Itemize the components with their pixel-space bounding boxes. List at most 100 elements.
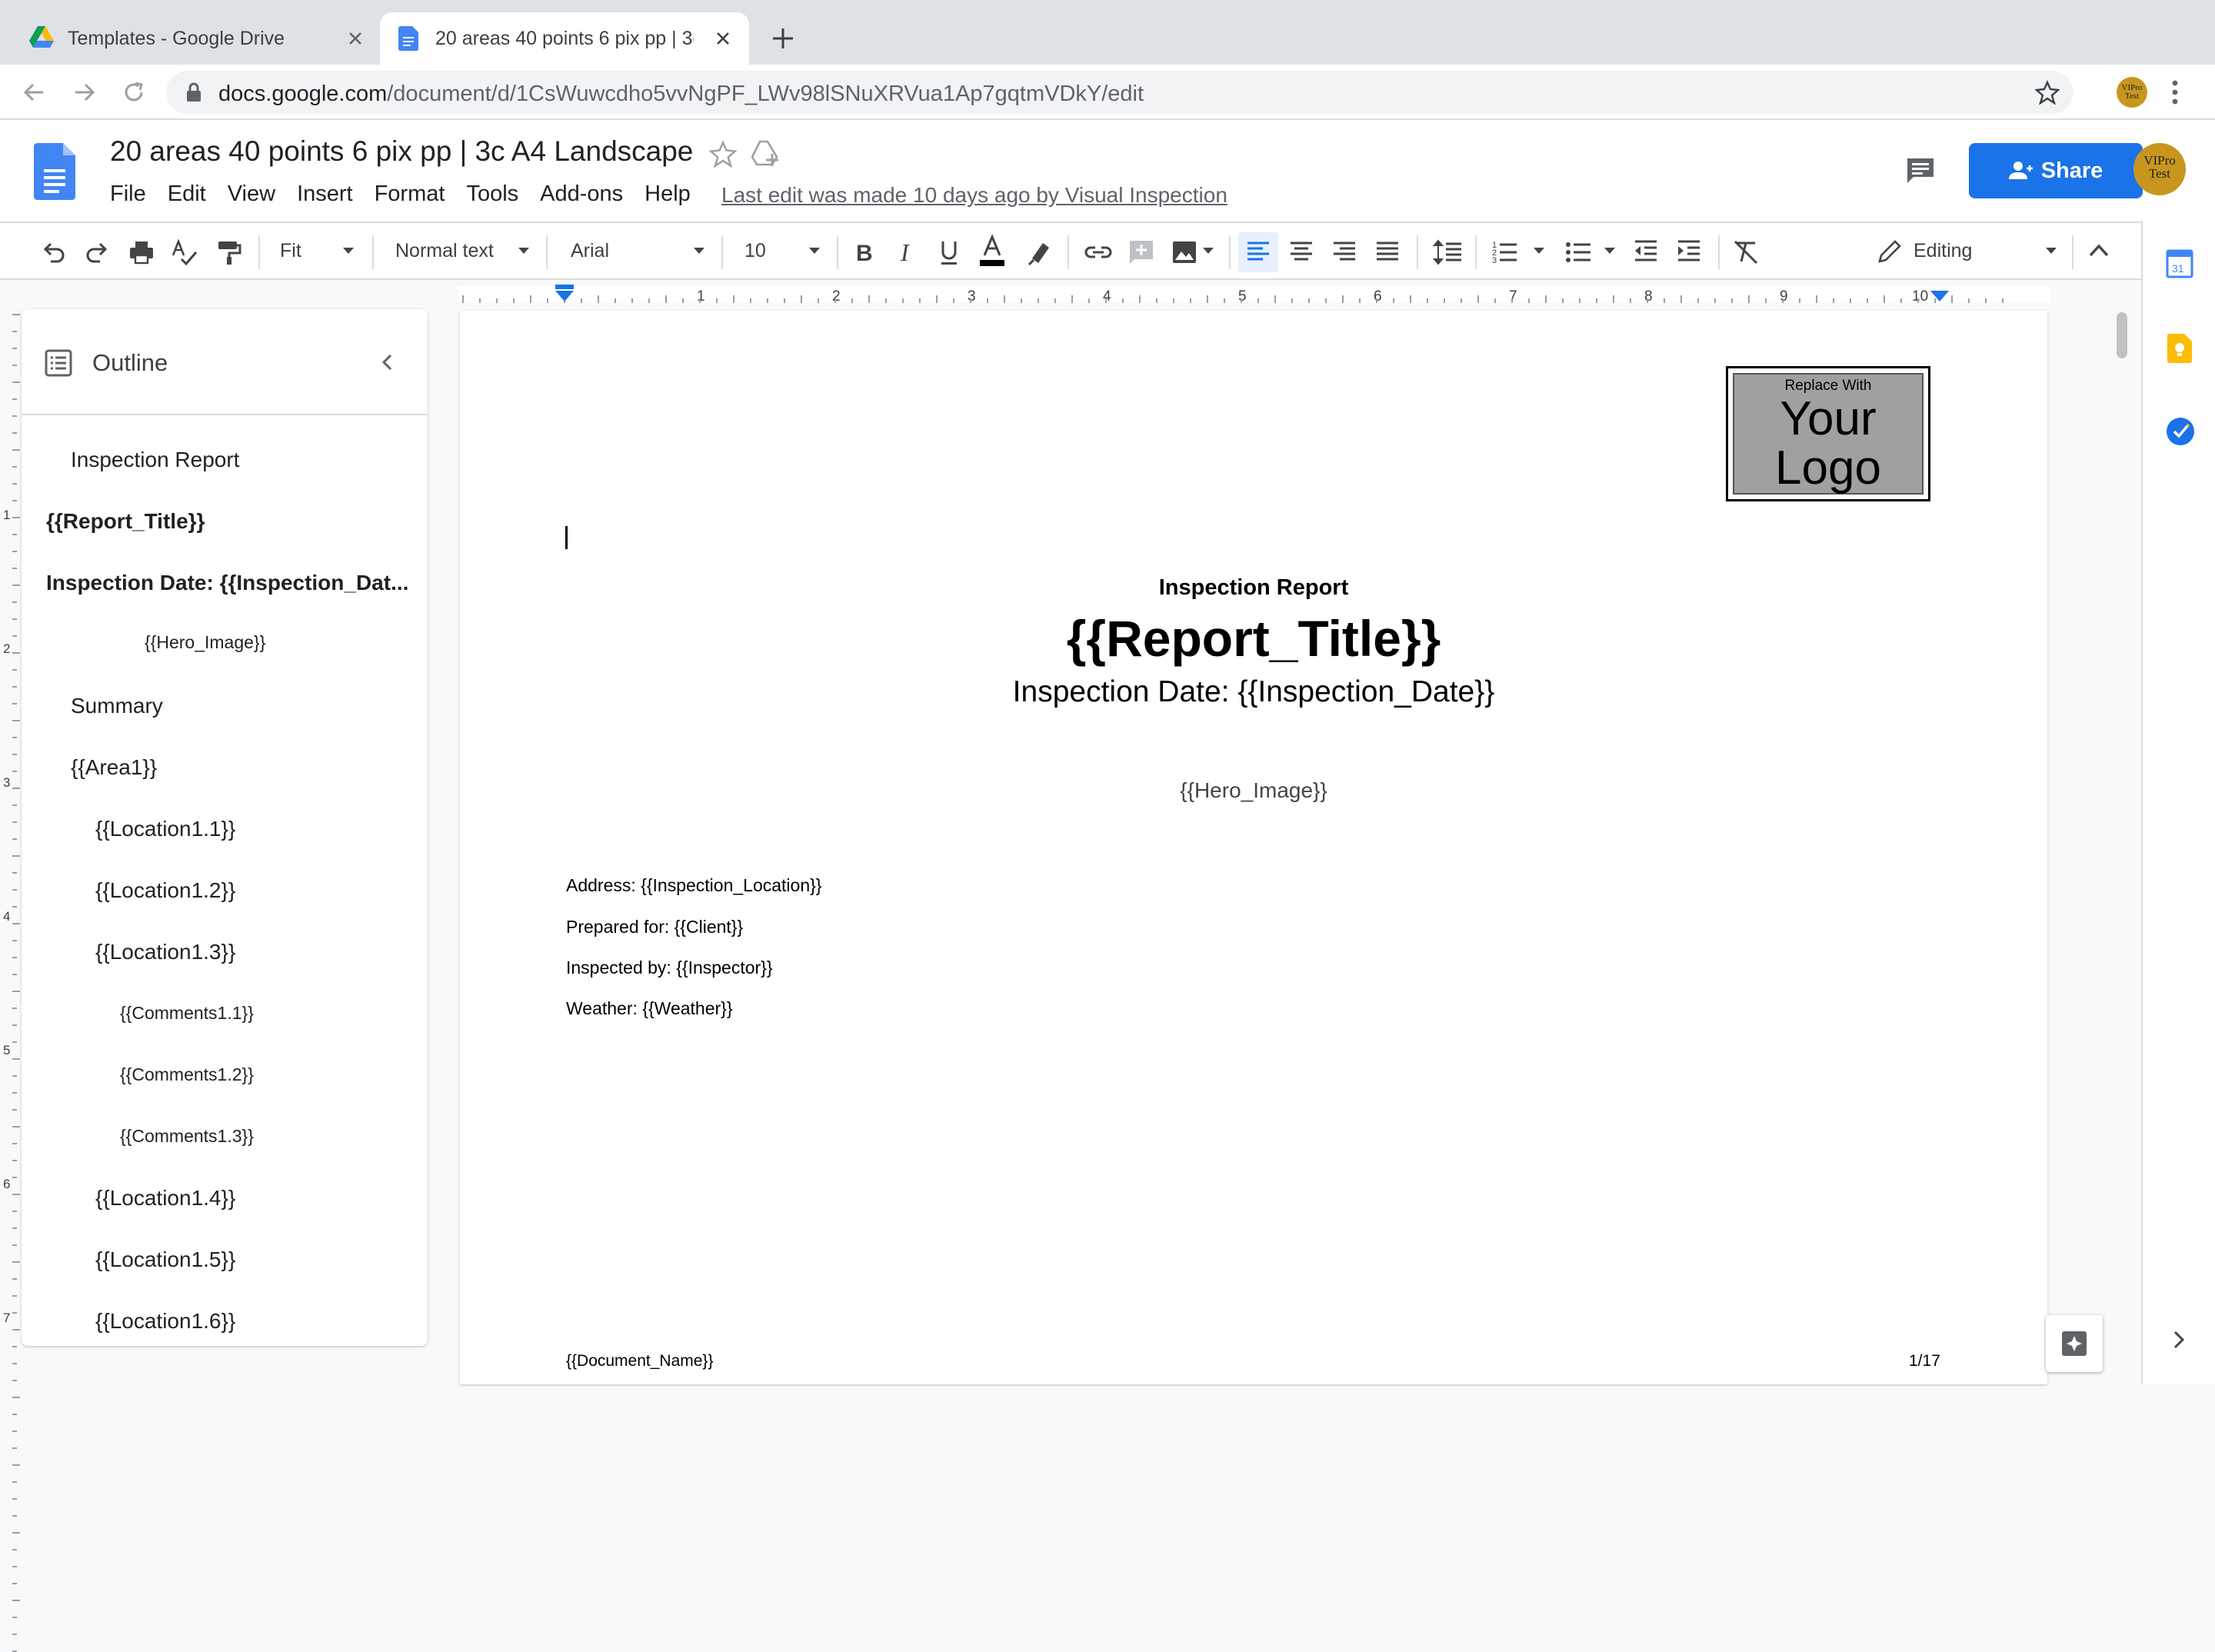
chevron-down-icon[interactable] bbox=[2044, 246, 2058, 274]
print-icon[interactable] bbox=[128, 238, 155, 266]
insert-link-icon[interactable] bbox=[1083, 238, 1114, 266]
menu-format[interactable]: Format bbox=[375, 182, 445, 207]
back-icon[interactable] bbox=[20, 78, 48, 106]
menu-view[interactable]: View bbox=[228, 182, 275, 207]
outline-item[interactable]: {{Location1.3}} bbox=[95, 940, 235, 964]
italic-icon[interactable]: I bbox=[892, 238, 920, 266]
underline-icon[interactable] bbox=[935, 238, 963, 266]
collapse-toolbar-icon[interactable] bbox=[2087, 241, 2110, 269]
star-document-icon[interactable] bbox=[709, 140, 737, 168]
ruler-tick bbox=[1697, 298, 1699, 303]
add-comment-icon[interactable] bbox=[1127, 238, 1155, 266]
keep-icon[interactable] bbox=[2167, 334, 2192, 363]
zoom-select[interactable]: Fit bbox=[280, 240, 301, 262]
chevron-down-icon[interactable] bbox=[808, 246, 821, 274]
outline-item[interactable]: {{Comments1.3}} bbox=[120, 1126, 254, 1147]
close-tab-icon[interactable] bbox=[343, 26, 368, 51]
last-edit-link[interactable]: Last edit was made 10 days ago by Visual… bbox=[721, 183, 1227, 208]
paint-format-icon[interactable] bbox=[215, 238, 243, 266]
bold-icon[interactable]: B bbox=[849, 238, 877, 266]
comments-icon[interactable] bbox=[1904, 155, 1937, 186]
outline-item[interactable]: {{Location1.1}} bbox=[95, 817, 235, 841]
outline-item[interactable]: Inspection Report bbox=[71, 448, 239, 472]
menu-tools[interactable]: Tools bbox=[466, 182, 518, 207]
outline-item[interactable]: {{Location1.6}} bbox=[95, 1309, 235, 1334]
tasks-icon[interactable] bbox=[2166, 417, 2195, 446]
scrollbar-thumb[interactable] bbox=[2117, 312, 2127, 358]
bulleted-list-icon[interactable] bbox=[1564, 238, 1592, 266]
text-color-icon[interactable] bbox=[977, 234, 1008, 266]
calendar-icon[interactable]: 31 bbox=[2166, 249, 2193, 278]
outline-item[interactable]: {{Comments1.2}} bbox=[120, 1064, 254, 1085]
logo-placeholder[interactable]: Replace With Your Logo bbox=[1726, 366, 1930, 501]
insert-image-icon[interactable] bbox=[1171, 238, 1198, 266]
outline-item[interactable]: {{Hero_Image}} bbox=[145, 632, 265, 653]
menu-edit[interactable]: Edit bbox=[168, 182, 206, 207]
browser-menu-icon[interactable] bbox=[2170, 78, 2180, 106]
document-page[interactable]: Replace With Your Logo Inspection Report … bbox=[460, 311, 2047, 1384]
chevron-down-icon[interactable] bbox=[517, 246, 531, 274]
align-left-icon[interactable] bbox=[1238, 232, 1278, 272]
new-tab-icon[interactable] bbox=[768, 23, 798, 54]
increase-indent-icon[interactable] bbox=[1675, 238, 1703, 266]
align-right-icon[interactable] bbox=[1331, 238, 1358, 266]
editing-mode-select[interactable]: Editing bbox=[1914, 240, 1972, 262]
ruler-tick bbox=[1393, 298, 1394, 303]
toolbar-divider bbox=[546, 235, 548, 269]
outline-item[interactable]: {{Location1.5}} bbox=[95, 1247, 235, 1272]
outline-item[interactable]: {{Comments1.1}} bbox=[120, 1003, 254, 1024]
justify-icon[interactable] bbox=[1374, 238, 1401, 266]
expand-side-panel-icon[interactable] bbox=[2172, 1329, 2186, 1351]
ruler-tick bbox=[12, 1194, 20, 1195]
redo-icon[interactable] bbox=[83, 238, 111, 266]
left-indent-marker-icon[interactable] bbox=[554, 285, 575, 303]
chevron-down-icon[interactable] bbox=[1603, 246, 1617, 274]
numbered-list-icon[interactable]: 123 bbox=[1491, 238, 1518, 266]
font-select[interactable]: Arial bbox=[571, 240, 609, 262]
document-title[interactable]: 20 areas 40 points 6 pix pp | 3c A4 Land… bbox=[110, 135, 693, 168]
explore-button[interactable] bbox=[2046, 1315, 2103, 1372]
close-outline-icon[interactable] bbox=[380, 352, 394, 372]
bookmark-star-icon[interactable] bbox=[2035, 80, 2060, 105]
outline-item[interactable]: Inspection Date: {{Inspection_Dat... bbox=[46, 571, 408, 595]
decrease-indent-icon[interactable] bbox=[1632, 238, 1660, 266]
address-bar[interactable]: docs.google.com/document/d/1CsWuwcdho5vv… bbox=[166, 71, 2073, 114]
outline-item[interactable]: Summary bbox=[71, 694, 163, 718]
ruler-number: 4 bbox=[3, 909, 11, 924]
highlight-color-icon[interactable] bbox=[1026, 238, 1054, 266]
right-indent-marker-icon[interactable] bbox=[1930, 291, 1949, 303]
font-size-select[interactable]: 10 bbox=[744, 240, 766, 262]
spell-check-icon[interactable] bbox=[171, 238, 198, 266]
move-to-drive-icon[interactable] bbox=[751, 138, 781, 169]
outline-item[interactable]: {{Area1}} bbox=[71, 755, 157, 780]
tab-templates-drive[interactable]: Templates - Google Drive bbox=[0, 12, 380, 65]
tab-google-doc[interactable]: 20 areas 40 points 6 pix pp | 3c bbox=[380, 12, 749, 65]
undo-icon[interactable] bbox=[40, 238, 68, 266]
outline-item[interactable]: {{Location1.2}} bbox=[95, 878, 235, 903]
outline-item[interactable]: {{Report_Title}} bbox=[46, 509, 205, 534]
ruler-tick bbox=[12, 551, 17, 552]
chevron-down-icon[interactable] bbox=[1201, 246, 1215, 274]
chevron-down-icon[interactable] bbox=[341, 246, 355, 274]
chevron-down-icon[interactable] bbox=[1532, 246, 1546, 274]
menu-add-ons[interactable]: Add-ons bbox=[540, 182, 623, 207]
browser-tab-strip: Templates - Google Drive 20 areas 40 poi… bbox=[0, 0, 2215, 65]
menu-help[interactable]: Help bbox=[645, 182, 691, 207]
paragraph-style-select[interactable]: Normal text bbox=[395, 240, 494, 262]
outline-item[interactable]: {{Location1.4}} bbox=[95, 1186, 235, 1211]
menu-file[interactable]: File bbox=[110, 182, 146, 207]
google-docs-logo-icon[interactable] bbox=[34, 143, 75, 200]
close-tab-icon[interactable] bbox=[711, 26, 735, 51]
document-scrollbar[interactable] bbox=[2113, 306, 2132, 1384]
ruler-tick bbox=[12, 1109, 17, 1111]
chevron-down-icon[interactable] bbox=[692, 246, 706, 274]
clear-formatting-icon[interactable] bbox=[1732, 238, 1760, 266]
align-center-icon[interactable] bbox=[1287, 238, 1315, 266]
profile-avatar[interactable]: VIPro Test bbox=[2117, 77, 2147, 108]
forward-icon[interactable] bbox=[71, 78, 98, 106]
account-avatar[interactable]: VIPro Test bbox=[2133, 143, 2186, 195]
menu-insert[interactable]: Insert bbox=[297, 182, 353, 207]
line-spacing-icon[interactable] bbox=[1432, 238, 1463, 266]
reload-icon[interactable] bbox=[120, 78, 148, 106]
share-button[interactable]: Share bbox=[1969, 143, 2143, 198]
